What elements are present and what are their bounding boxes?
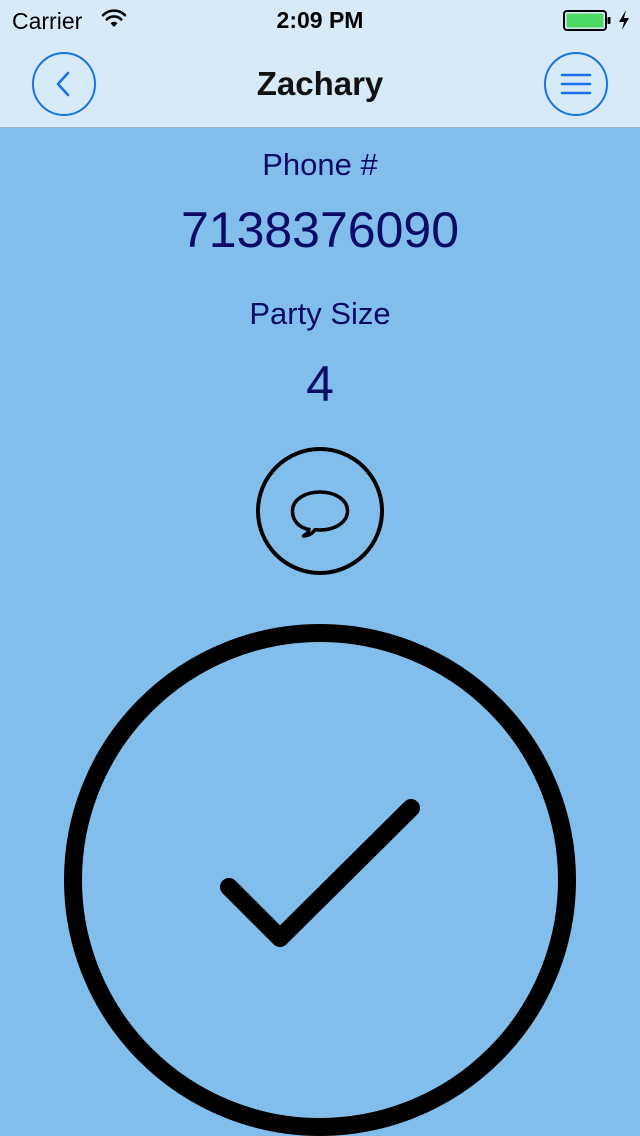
party-size-label: Party Size xyxy=(249,296,391,331)
charging-bolt-icon xyxy=(619,10,629,30)
confirm-button[interactable] xyxy=(64,624,576,1136)
chevron-left-icon xyxy=(56,71,70,97)
phone-value: 7138376090 xyxy=(180,202,460,258)
menu-button[interactable] xyxy=(544,52,608,116)
navigation-bar: Zachary xyxy=(0,40,640,128)
message-button[interactable] xyxy=(256,447,384,575)
battery-full-icon xyxy=(563,10,611,31)
status-bar: Carrier 2:09 PM xyxy=(0,0,640,40)
back-button[interactable] xyxy=(32,52,96,116)
hamburger-menu-icon xyxy=(560,73,592,95)
phone-label: Phone # xyxy=(262,147,378,182)
party-size-value: 4 xyxy=(306,356,334,412)
page-title: Zachary xyxy=(256,65,384,102)
checkmark-icon xyxy=(64,624,576,1136)
speech-bubble-icon xyxy=(256,447,384,575)
status-time: 2:09 PM xyxy=(276,7,364,33)
